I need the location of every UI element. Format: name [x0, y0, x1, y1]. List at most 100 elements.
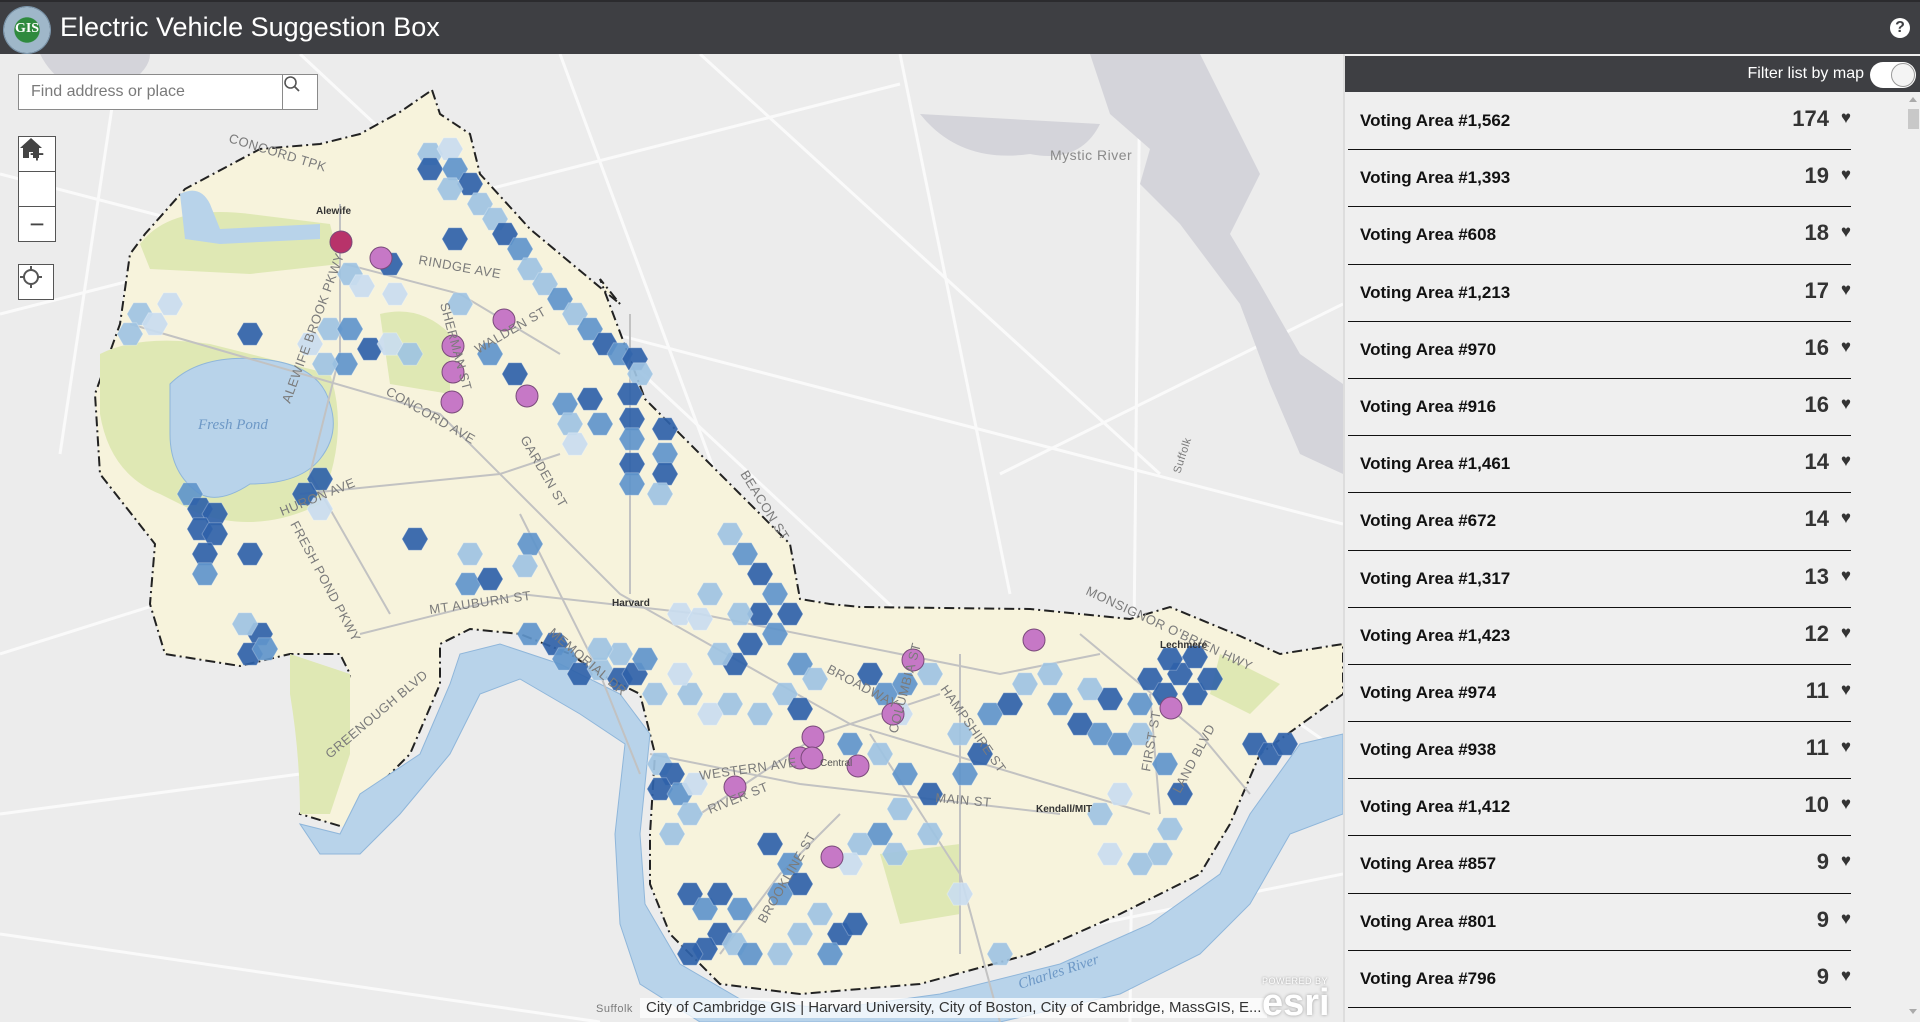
- voting-area-list[interactable]: Voting Area #1,562 174 ♥ Voting Area #1,393…: [1345, 93, 1905, 1022]
- voting-area-item[interactable]: Voting Area #1,423 12 ♥: [1348, 608, 1851, 665]
- voting-area-item[interactable]: Voting Area #1,317 13 ♥: [1348, 551, 1851, 608]
- suggestion-point[interactable]: [369, 246, 393, 270]
- help-icon[interactable]: ?: [1890, 18, 1910, 38]
- search-box: [18, 74, 318, 110]
- label-lechmere: Lechmere: [1160, 640, 1208, 651]
- panel-header: Filter list by map: [1345, 56, 1920, 92]
- voting-area-name: Voting Area #1,412: [1360, 797, 1511, 817]
- voting-area-item[interactable]: Voting Area #974 11 ♥: [1348, 665, 1851, 723]
- search-button[interactable]: [282, 75, 317, 109]
- gis-logo: GIS: [4, 7, 50, 53]
- heart-icon[interactable]: ♥: [1841, 337, 1851, 357]
- scrollbar-thumb[interactable]: [1908, 109, 1919, 129]
- voting-area-name: Voting Area #857: [1360, 854, 1497, 874]
- label-fresh-pond: Fresh Pond: [197, 417, 268, 433]
- voting-area-item[interactable]: Voting Area #916 16 ♥: [1348, 379, 1851, 437]
- label-alewife: Alewife: [316, 206, 351, 217]
- vote-count: 16: [1804, 391, 1829, 417]
- suggestion-point[interactable]: [1159, 696, 1183, 720]
- suggestion-point[interactable]: [801, 725, 825, 749]
- voting-area-name: Voting Area #1,213: [1360, 282, 1511, 302]
- vote-count: 14: [1804, 506, 1829, 532]
- voting-area-name: Voting Area #1,423: [1360, 625, 1511, 645]
- vote-count: 11: [1805, 677, 1829, 703]
- voting-area-name: Voting Area #1,461: [1360, 454, 1511, 474]
- suggestion-point[interactable]: [440, 390, 464, 414]
- voting-area-item[interactable]: Voting Area #1,393 19 ♥: [1348, 150, 1851, 208]
- vote-count: 19: [1804, 163, 1829, 189]
- heart-icon[interactable]: ♥: [1841, 165, 1851, 185]
- heart-icon[interactable]: ♥: [1841, 794, 1851, 814]
- heart-icon[interactable]: ♥: [1841, 680, 1851, 700]
- vote-count: 9: [1816, 849, 1829, 875]
- voting-area-name: Voting Area #1,317: [1360, 568, 1511, 588]
- heart-icon[interactable]: ♥: [1841, 737, 1851, 757]
- voting-area-item[interactable]: Voting Area #801 9 ♥: [1348, 894, 1851, 951]
- map-view[interactable]: Mystic River Fresh Pond Charles River CO…: [0, 54, 1343, 1022]
- suggestion-point[interactable]: [515, 384, 539, 408]
- voting-area-item[interactable]: Voting Area #1,562 174 ♥: [1348, 93, 1851, 151]
- heart-icon[interactable]: ♥: [1841, 394, 1851, 414]
- vote-count: 11: [1805, 735, 1829, 761]
- voting-area-name: Voting Area #916: [1360, 396, 1497, 416]
- label-central: Central: [820, 758, 852, 769]
- heart-icon[interactable]: ♥: [1841, 508, 1851, 528]
- heart-icon[interactable]: ♥: [1841, 851, 1851, 871]
- toggle-knob: [1891, 63, 1915, 87]
- basemap[interactable]: Mystic River Fresh Pond Charles River CO…: [0, 54, 1343, 1022]
- map-attribution: City of Cambridge GIS | Harvard Universi…: [640, 998, 1268, 1018]
- mystic-river-water: [920, 54, 1343, 474]
- voting-area-item[interactable]: Voting Area #608 18 ♥: [1348, 207, 1851, 265]
- vote-count: 9: [1816, 906, 1829, 932]
- zoom-out-button[interactable]: −: [19, 207, 55, 241]
- heart-icon[interactable]: ♥: [1841, 451, 1851, 471]
- voting-area-item[interactable]: Voting Area #1,412 10 ♥: [1348, 779, 1851, 837]
- esri-wordmark: esri: [1262, 982, 1330, 1022]
- locate-button[interactable]: [18, 264, 54, 300]
- heart-icon[interactable]: ♥: [1841, 222, 1851, 242]
- home-button[interactable]: [19, 138, 55, 207]
- esri-logo[interactable]: POWERED BY esri: [1262, 976, 1338, 1022]
- heart-icon[interactable]: ♥: [1841, 623, 1851, 643]
- voting-area-item[interactable]: Voting Area #796 9 ♥: [1348, 951, 1851, 1008]
- label-suffolk: Suffolk: [1171, 436, 1194, 475]
- heart-icon[interactable]: ♥: [1841, 280, 1851, 300]
- suggestion-point[interactable]: [820, 845, 844, 869]
- selected-suggestion-point[interactable]: [329, 230, 353, 254]
- vote-count: 12: [1804, 620, 1829, 646]
- search-icon: [284, 76, 300, 92]
- voting-area-item[interactable]: Voting Area #938 11 ♥: [1348, 722, 1851, 780]
- voting-area-item[interactable]: Voting Area #1,213 17 ♥: [1348, 265, 1851, 322]
- list-scrollbar[interactable]: [1906, 93, 1920, 1022]
- search-input[interactable]: [19, 75, 285, 109]
- label-suffolk-bottom: Suffolk: [596, 1003, 633, 1015]
- voting-area-item[interactable]: Voting Area #970 16 ♥: [1348, 322, 1851, 379]
- label-harvard: Harvard: [612, 598, 650, 609]
- heart-icon[interactable]: ♥: [1841, 566, 1851, 586]
- filter-list-label: Filter list by map: [1747, 65, 1864, 82]
- voting-area-name: Voting Area #672: [1360, 511, 1497, 531]
- voting-area-item[interactable]: Voting Area #672 14 ♥: [1348, 493, 1851, 551]
- voting-area-name: Voting Area #1,393: [1360, 168, 1511, 188]
- voting-area-name: Voting Area #801: [1360, 911, 1497, 931]
- filter-list-toggle[interactable]: [1870, 62, 1916, 88]
- scroll-down-arrow-icon[interactable]: [1909, 1009, 1917, 1014]
- vote-count: 14: [1804, 449, 1829, 475]
- heart-icon[interactable]: ♥: [1841, 108, 1851, 128]
- voting-area-item[interactable]: Voting Area #857 9 ♥: [1348, 836, 1851, 894]
- suggestion-point[interactable]: [1022, 628, 1046, 652]
- minus-icon: −: [29, 208, 45, 239]
- label-kendall-mit: Kendall/MIT: [1036, 804, 1092, 815]
- vote-count: 17: [1804, 277, 1829, 303]
- voting-area-name: Voting Area #974: [1360, 682, 1497, 702]
- voting-area-name: Voting Area #970: [1360, 339, 1497, 359]
- voting-area-item[interactable]: Voting Area #1,461 14 ♥: [1348, 436, 1851, 494]
- zoom-control: + −: [18, 136, 56, 242]
- vote-count: 16: [1804, 334, 1829, 360]
- scroll-up-arrow-icon[interactable]: [1909, 97, 1917, 102]
- vote-count: 13: [1804, 563, 1829, 589]
- heart-icon[interactable]: ♥: [1841, 909, 1851, 929]
- heart-icon[interactable]: ♥: [1841, 966, 1851, 986]
- home-icon: [20, 138, 42, 158]
- vote-count: 174: [1792, 106, 1829, 131]
